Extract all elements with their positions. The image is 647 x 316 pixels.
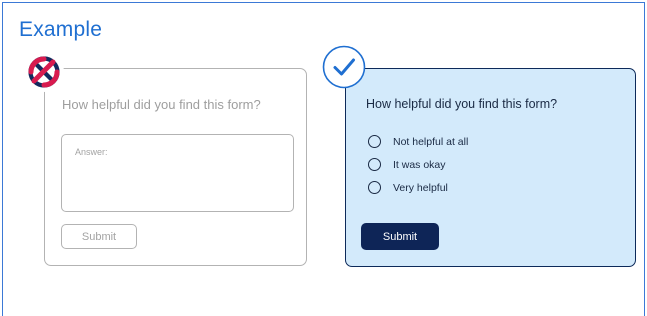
good-example-card: How helpful did you find this form? Not … bbox=[345, 68, 636, 267]
radio-option-okay[interactable]: It was okay bbox=[368, 158, 446, 171]
good-example-question: How helpful did you find this form? bbox=[366, 97, 558, 111]
prohibited-icon bbox=[24, 52, 64, 92]
answer-textarea[interactable]: Answer: bbox=[61, 134, 294, 212]
bad-example-question: How helpful did you find this form? bbox=[62, 97, 261, 112]
radio-option-not-helpful[interactable]: Not helpful at all bbox=[368, 135, 468, 148]
answer-placeholder: Answer: bbox=[75, 147, 108, 157]
radio-label: It was okay bbox=[393, 158, 446, 171]
radio-label: Not helpful at all bbox=[393, 135, 469, 148]
bad-example-card: How helpful did you find this form? Answ… bbox=[44, 68, 307, 266]
good-submit-button[interactable]: Submit bbox=[361, 223, 439, 250]
radio-button[interactable] bbox=[368, 181, 381, 194]
example-heading: Example bbox=[19, 18, 103, 41]
radio-button[interactable] bbox=[368, 135, 381, 148]
radio-button[interactable] bbox=[368, 158, 381, 171]
radio-option-very-helpful[interactable]: Very helpful bbox=[368, 181, 448, 194]
checkmark-icon bbox=[322, 45, 366, 89]
bad-submit-button[interactable]: Submit bbox=[61, 224, 137, 249]
radio-label: Very helpful bbox=[393, 181, 448, 194]
